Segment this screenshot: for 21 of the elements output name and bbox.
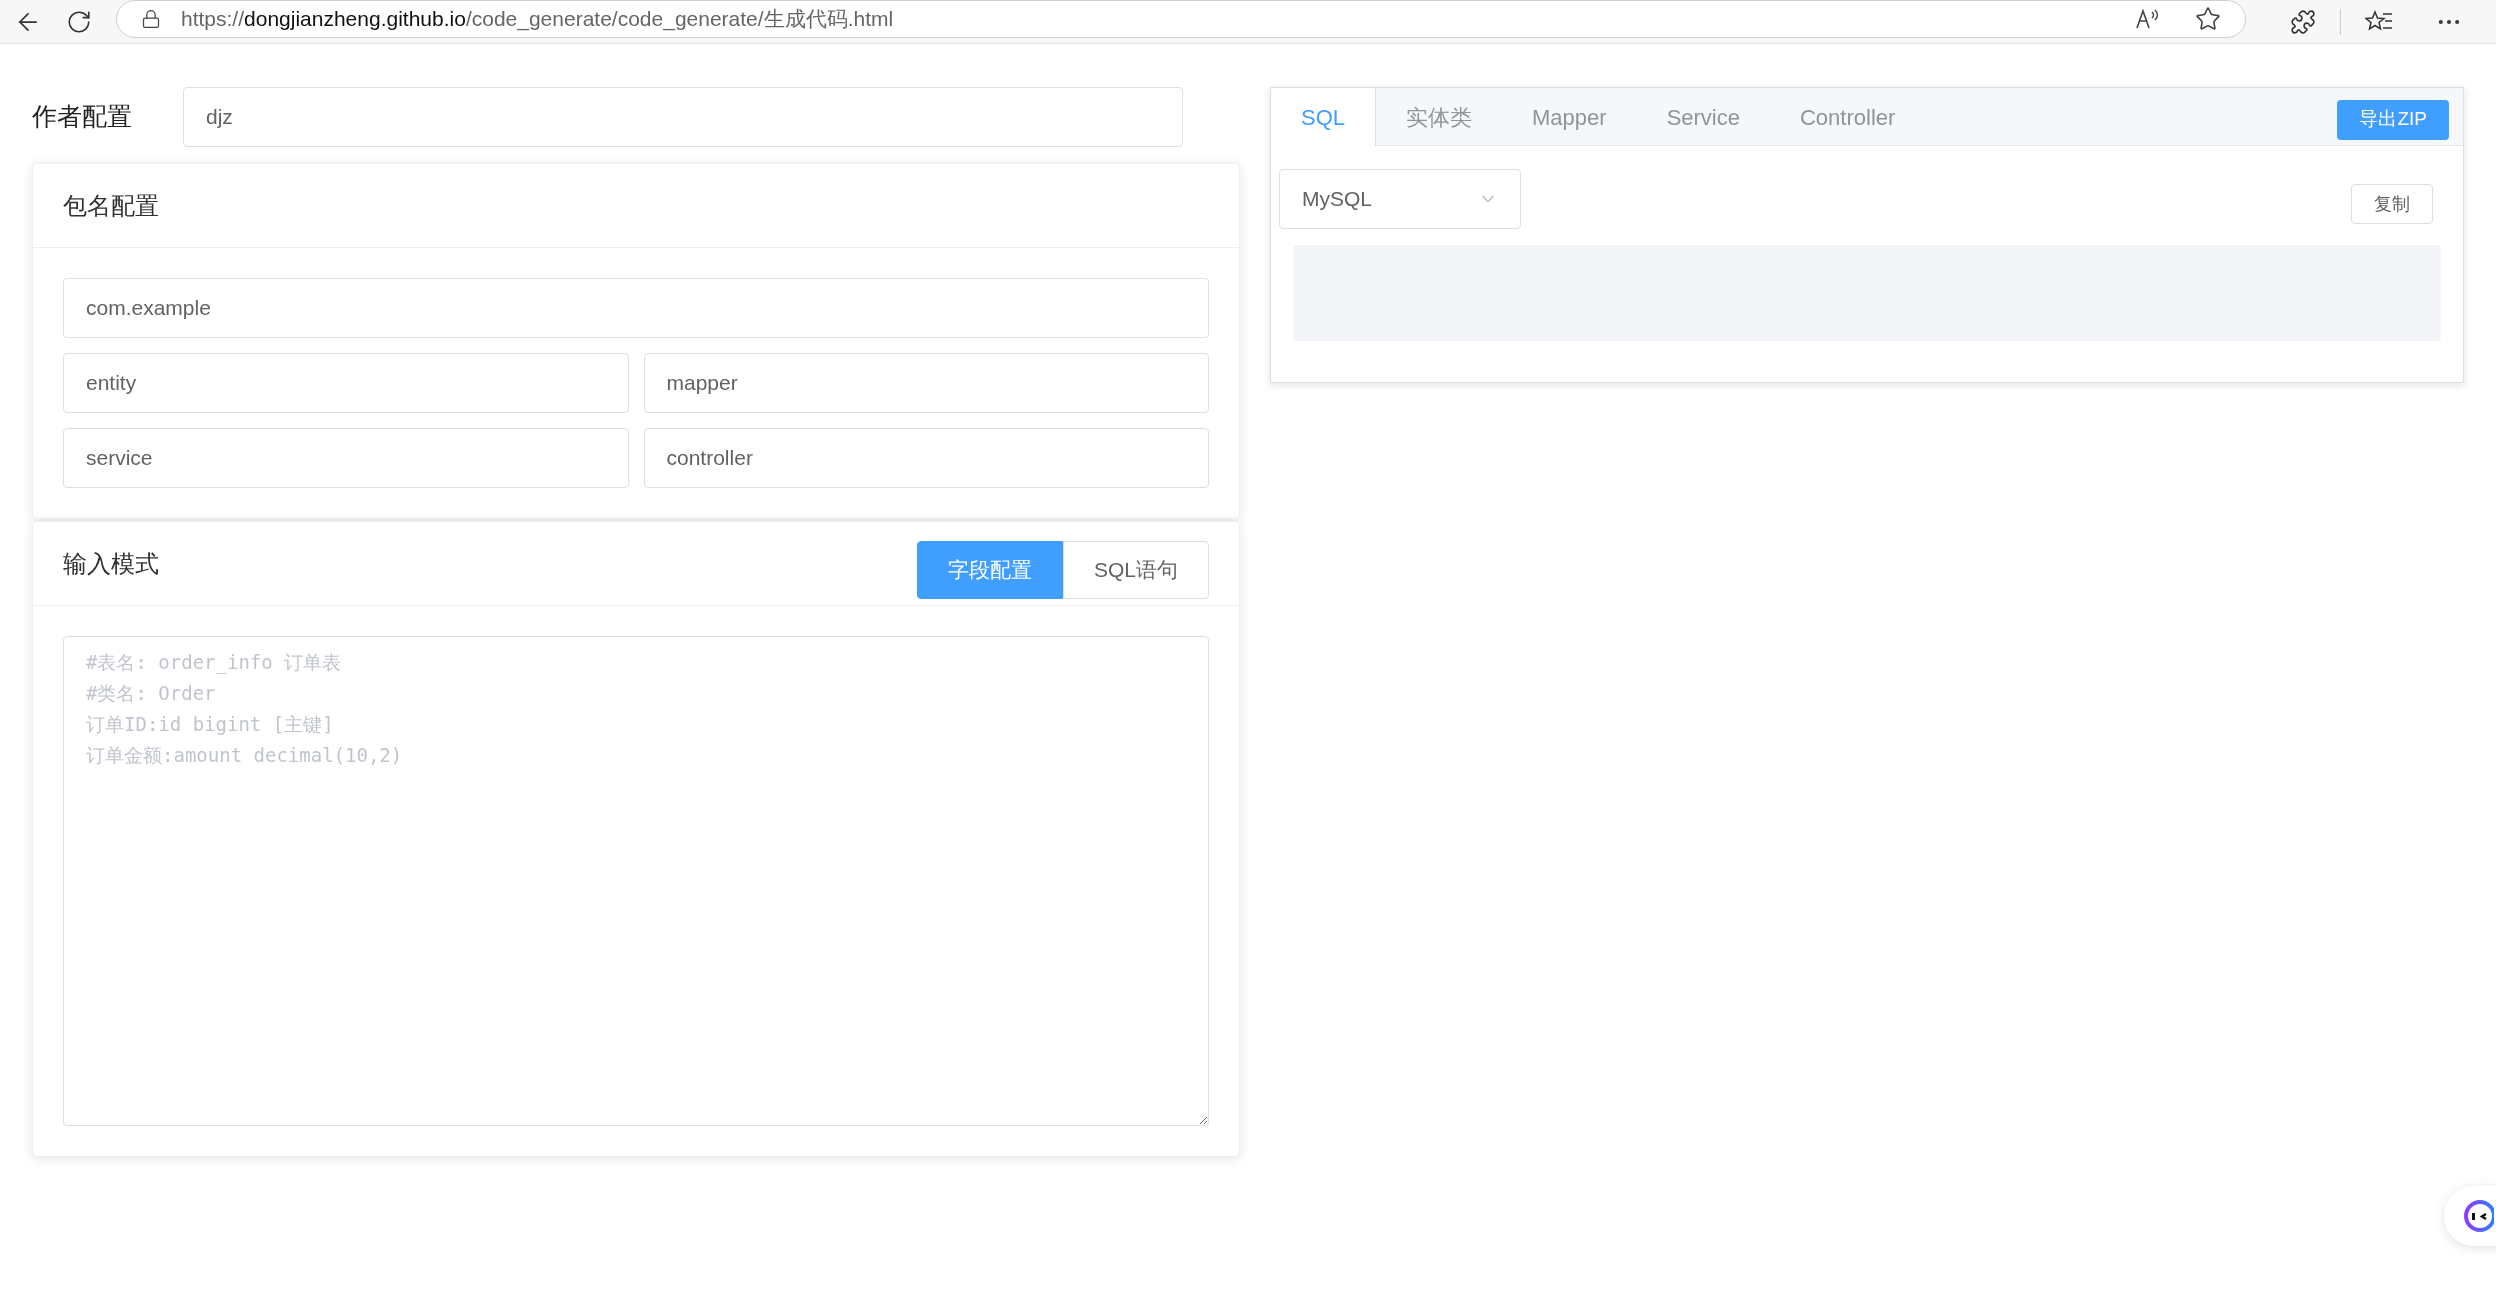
lock-icon (141, 8, 161, 29)
read-aloud-icon[interactable] (2135, 7, 2161, 30)
star-icon[interactable] (2195, 5, 2221, 32)
url-text: https://dongjianzheng.github.io/code_generate/code_generate/生成代码.html (181, 5, 894, 33)
text-field[interactable]: entity (63, 353, 629, 413)
extensions-icon[interactable] (2290, 8, 2316, 35)
input-textarea[interactable]: #表名: order_info 订单表 #类名: Order 订单ID:id bigint [主键] 订单金额:amount decimal(10,2) (63, 636, 1209, 1126)
card-title: 输入模式 (63, 548, 159, 579)
text-field[interactable]: controller (643, 428, 1209, 488)
address-bar[interactable]: https://dongjianzheng.github.io/code_generate/code_generate/生成代码.html (116, 0, 2246, 38)
reload-icon[interactable] (66, 8, 92, 35)
copy-button[interactable]: 复制 (2351, 184, 2433, 224)
database-select[interactable]: MySQL (1279, 169, 1521, 229)
mode-toggle-button[interactable]: SQL语句 (1062, 540, 1209, 599)
text-field[interactable]: service (63, 428, 629, 488)
text-field[interactable]: com.example (63, 278, 1209, 338)
author-label: 作者配置 (32, 101, 133, 133)
card-title: 包名配置 (63, 190, 159, 221)
face-icon (2462, 1198, 2494, 1234)
text-field[interactable]: djz (183, 87, 1183, 147)
text-field[interactable]: mapper (643, 353, 1209, 413)
